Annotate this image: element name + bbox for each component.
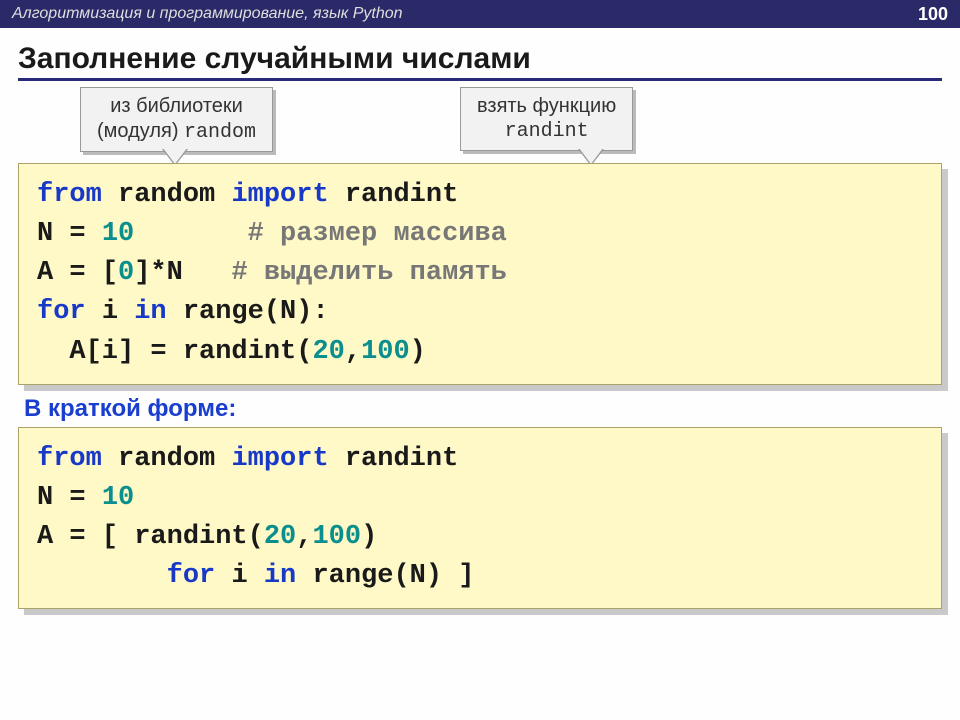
topbar: Алгоритмизация и программирование, язык … xyxy=(0,0,960,28)
callout-function-line2: randint xyxy=(477,119,616,144)
slide: Алгоритмизация и программирование, язык … xyxy=(0,0,960,720)
code-short: from random import randint N = 10 A = [ … xyxy=(18,427,942,610)
callout-function-line1: взять функцию xyxy=(477,94,616,119)
callout-function: взять функцию randint xyxy=(460,87,633,151)
callout-library-line2: (модуля) random xyxy=(97,119,256,145)
code-full: from random import randint N = 10 # разм… xyxy=(18,163,942,385)
topbar-title: Алгоритмизация и программирование, язык … xyxy=(12,5,403,23)
code-block-short: from random import randint N = 10 A = [ … xyxy=(18,427,942,610)
callout-library: из библиотеки (модуля) random xyxy=(80,87,273,152)
page-number: 100 xyxy=(918,4,948,25)
short-form-label: В краткой форме: xyxy=(24,395,960,423)
callout-library-line1: из библиотеки xyxy=(97,94,256,119)
callouts-row: из библиотеки (модуля) random взять функ… xyxy=(0,87,960,159)
code-block-full: from random import randint N = 10 # разм… xyxy=(18,163,942,385)
page-heading: Заполнение случайными числами xyxy=(18,42,942,81)
callout-tail-icon xyxy=(579,148,603,164)
callout-tail-icon xyxy=(163,148,187,164)
